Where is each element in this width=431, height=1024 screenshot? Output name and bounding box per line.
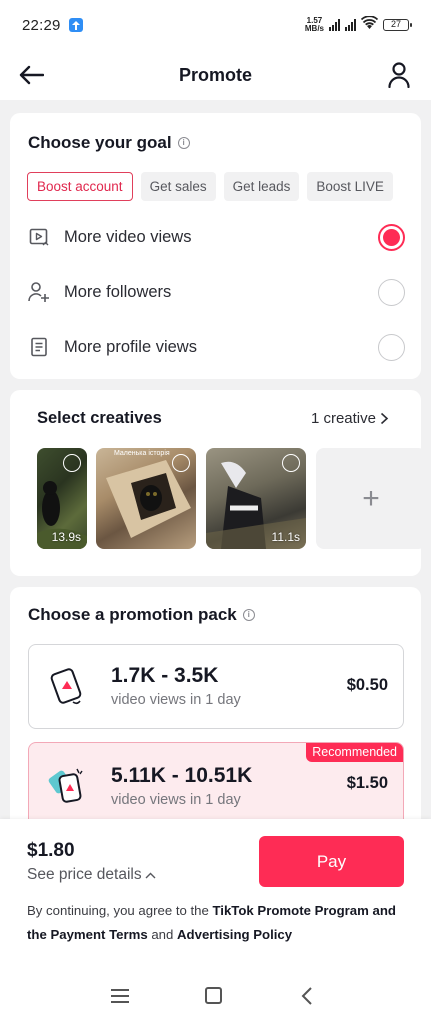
creatives-title: Select creatives: [37, 409, 162, 427]
creative-thumbnail[interactable]: 13.9s: [37, 448, 87, 549]
status-time: 22:29: [22, 16, 61, 34]
profile-page-icon: [28, 336, 50, 358]
pack-subtitle: video views in 1 day: [111, 792, 241, 808]
terms-and: and: [147, 927, 178, 942]
network-speed: 1.57 MB/s: [305, 17, 324, 33]
creative-count-link[interactable]: 1 creative: [311, 410, 389, 427]
select-circle[interactable]: [63, 454, 81, 472]
status-indicators: 1.57 MB/s 27: [305, 15, 412, 34]
chevron-up-icon: [145, 872, 156, 878]
add-creative-button[interactable]: +: [316, 448, 421, 549]
system-nav-bar: [0, 967, 431, 1024]
tab-get-sales[interactable]: Get sales: [140, 172, 216, 201]
select-circle[interactable]: [172, 454, 190, 472]
video-duration: 13.9s: [51, 530, 81, 544]
home-icon[interactable]: [205, 987, 222, 1004]
page-title: Promote: [178, 64, 252, 85]
terms-link-advertising-policy[interactable]: Advertising Policy: [177, 927, 292, 942]
add-user-icon: [28, 281, 50, 303]
radio-selected[interactable]: [378, 223, 405, 251]
info-icon[interactable]: i: [177, 137, 190, 149]
select-circle[interactable]: [282, 454, 300, 472]
signal-icon-2: [345, 19, 356, 31]
wifi-icon: [360, 15, 379, 34]
status-bar: 22:29 1.57 MB/s 27: [0, 0, 431, 50]
video-duration: 11.1s: [271, 530, 300, 544]
goal-card: Choose your goal i Boost account Get sal…: [10, 113, 421, 379]
option-label: More profile views: [64, 337, 197, 356]
back-button[interactable]: [16, 61, 46, 89]
total-price: $1.80: [27, 840, 75, 861]
video-card-icon: [50, 668, 82, 705]
option-more-profile-views[interactable]: More profile views: [28, 329, 405, 365]
creatives-card: Select creatives 1 creative 13.9s Малень…: [10, 390, 421, 576]
goal-section-title: Choose your goal i: [28, 133, 190, 153]
creatives-list: 13.9s Маленька історія 11.1s +: [10, 448, 421, 549]
terms-prefix: By continuing, you agree to the: [27, 903, 213, 918]
signal-icon: [329, 19, 340, 31]
pack-subtitle: video views in 1 day: [111, 692, 241, 708]
terms-text: By continuing, you agree to the TikTok P…: [27, 899, 402, 947]
back-arrow-icon: [19, 65, 44, 85]
promotion-pack-card: Choose a promotion pack i 1.7K - 3.5K vi…: [10, 587, 421, 847]
tab-boost-account[interactable]: Boost account: [27, 172, 133, 201]
goal-tabs: Boost account Get sales Get leads Boost …: [27, 172, 393, 201]
tab-get-leads[interactable]: Get leads: [223, 172, 300, 201]
option-label: More video views: [64, 227, 192, 246]
option-more-followers[interactable]: More followers: [28, 274, 405, 310]
option-more-video-views[interactable]: More video views: [28, 219, 405, 255]
info-icon[interactable]: i: [242, 609, 255, 621]
pack-title-text: Choose a promotion pack: [28, 605, 237, 624]
goal-title-text: Choose your goal: [28, 133, 172, 152]
radio-unselected[interactable]: [378, 278, 405, 306]
price-details-label: See price details: [27, 866, 142, 883]
battery-icon: 27: [383, 19, 412, 31]
price-details-toggle[interactable]: See price details: [27, 866, 156, 884]
creative-thumbnail[interactable]: Маленька історія: [96, 448, 196, 549]
pay-button[interactable]: Pay: [259, 836, 404, 887]
chevron-right-icon: [380, 412, 389, 425]
account-button[interactable]: [385, 60, 413, 90]
pack-price: $0.50: [346, 676, 388, 694]
radio-unselected[interactable]: [378, 333, 405, 361]
plus-icon: +: [362, 481, 380, 515]
pack-views: 1.7K - 3.5K: [111, 664, 219, 687]
creative-thumbnail[interactable]: 11.1s: [206, 448, 306, 549]
pack-option-basic[interactable]: 1.7K - 3.5K video views in 1 day $0.50: [28, 644, 404, 729]
recent-apps-icon[interactable]: [111, 989, 129, 1003]
creative-count-label: 1 creative: [310, 410, 376, 427]
person-icon: [388, 62, 410, 88]
app-header: Promote: [0, 50, 431, 100]
option-label: More followers: [64, 282, 172, 301]
pack-section-title: Choose a promotion pack i: [28, 605, 255, 625]
tab-boost-live[interactable]: Boost LIVE: [307, 172, 393, 201]
video-play-icon: [28, 226, 50, 248]
multi-video-card-icon: [48, 768, 83, 803]
pack-price: $1.50: [346, 774, 388, 792]
network-speed-unit: MB/s: [304, 24, 324, 33]
nav-back-icon[interactable]: [298, 986, 316, 1006]
upload-arrow-icon: [68, 18, 83, 32]
pack-views: 5.11K - 10.51K: [111, 764, 253, 787]
checkout-bar: $1.80 See price details Pay By continuin…: [0, 819, 431, 967]
video-caption: Маленька історія: [114, 450, 170, 457]
recommended-badge: Recommended: [306, 743, 403, 762]
